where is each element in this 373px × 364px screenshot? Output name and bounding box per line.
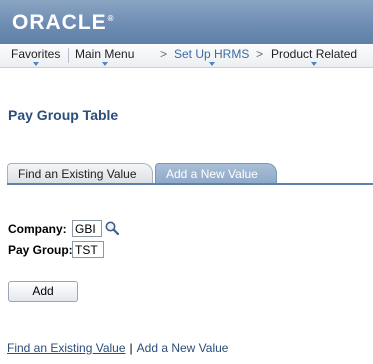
- nav-main-menu[interactable]: Main Menu: [75, 47, 134, 67]
- nav-product-related-label: Product Related: [271, 47, 358, 61]
- link-separator: |: [129, 341, 133, 355]
- dropdown-arrow-icon: [32, 62, 39, 66]
- tab-add-new-value[interactable]: Add a New Value: [155, 163, 277, 184]
- dropdown-arrow-icon: [311, 62, 318, 66]
- lookup-icon[interactable]: [104, 220, 120, 236]
- nav-main-menu-label: Main Menu: [75, 47, 135, 61]
- tab-underline: [7, 183, 373, 185]
- breadcrumb-chevron-icon: >: [256, 47, 264, 61]
- add-button[interactable]: Add: [8, 281, 78, 302]
- pay-group-input[interactable]: [72, 241, 104, 258]
- pay-group-label: Pay Group:: [8, 243, 73, 257]
- nav-set-up-hrms[interactable]: Set Up HRMS: [174, 47, 249, 67]
- page-title: Pay Group Table: [8, 107, 119, 123]
- nav-product-related[interactable]: Product Related: [271, 47, 357, 67]
- nav-set-up-hrms-label: Set Up HRMS: [174, 47, 250, 61]
- nav-favorites-label: Favorites: [11, 47, 61, 61]
- add-new-value-link[interactable]: Add a New Value: [137, 341, 229, 355]
- tab-find-existing-value[interactable]: Find an Existing Value: [7, 163, 153, 184]
- company-input[interactable]: [72, 220, 102, 237]
- oracle-banner: ORACLE®: [0, 0, 373, 44]
- navigation-bar: Favorites Main Menu > Set Up HRMS > Prod…: [0, 44, 373, 68]
- bottom-links: Find an Existing Value | Add a New Value: [7, 341, 228, 355]
- company-label: Company:: [8, 222, 67, 236]
- nav-separator: [68, 48, 69, 63]
- find-existing-value-link[interactable]: Find an Existing Value: [7, 341, 126, 355]
- dropdown-arrow-icon: [101, 62, 108, 66]
- dropdown-arrow-icon: [208, 62, 215, 66]
- tab-bar: Find an Existing Value Add a New Value: [7, 161, 373, 185]
- nav-favorites[interactable]: Favorites: [11, 47, 60, 67]
- breadcrumb-chevron-icon: >: [160, 47, 168, 61]
- oracle-logo: ORACLE®: [12, 11, 115, 34]
